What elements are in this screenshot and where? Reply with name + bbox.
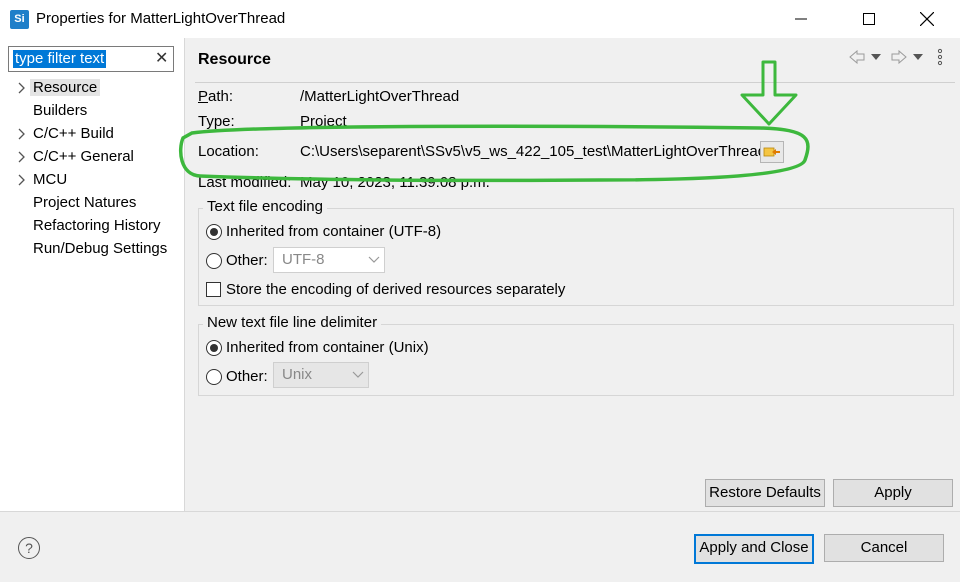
tree-item-label: Refactoring History	[33, 217, 161, 234]
chevron-down-icon	[352, 367, 364, 384]
cancel-button[interactable]: Cancel	[824, 534, 944, 562]
encoding-inherited-label[interactable]: Inherited from container (UTF-8)	[226, 223, 441, 240]
tree-item-label: Builders	[33, 102, 88, 119]
encoding-select-value: UTF-8	[282, 251, 325, 268]
close-icon	[920, 12, 934, 26]
minimize-icon	[795, 18, 807, 20]
delimiter-select-value: Unix	[282, 366, 313, 383]
delimiter-group-legend: New text file line delimiter	[203, 314, 382, 331]
clear-filter-icon[interactable]: ✕	[155, 48, 168, 68]
tree-item-label: MCU	[33, 171, 68, 188]
store-encoding-label[interactable]: Store the encoding of derived resources …	[226, 281, 565, 298]
forward-dropdown-icon[interactable]	[913, 54, 923, 60]
tree-item-cpp-build[interactable]: C/C++ Build	[0, 123, 184, 145]
resource-page: Resource Path: /MatterLightOverThread Ty…	[185, 38, 960, 511]
encoding-group-legend: Text file encoding	[203, 198, 327, 215]
page-title: Resource	[198, 51, 271, 68]
close-button[interactable]	[904, 0, 950, 38]
delimiter-inherited-label[interactable]: Inherited from container (Unix)	[226, 339, 429, 356]
tree-item-label: C/C++ General	[33, 148, 134, 165]
type-value: Project	[300, 113, 347, 130]
page-nav-toolbar	[849, 48, 949, 68]
last-modified-value: May 10, 2023, 11:39:08 p.m.	[300, 174, 490, 191]
last-modified-label: Last modified:	[198, 174, 292, 191]
store-encoding-checkbox[interactable]	[206, 282, 221, 297]
forward-arrow-icon[interactable]	[891, 50, 907, 64]
divider	[195, 82, 955, 83]
path-label: Path:	[198, 88, 234, 105]
app-icon: Si	[10, 10, 29, 29]
restore-defaults-button[interactable]: Restore Defaults	[705, 479, 825, 507]
dialog-button-bar: ? Apply and Close Cancel	[0, 511, 960, 582]
maximize-button[interactable]	[846, 0, 892, 38]
minimize-button[interactable]	[778, 0, 824, 38]
tree-item-label: Run/Debug Settings	[33, 240, 168, 257]
expand-arrow-icon[interactable]	[16, 150, 28, 164]
filter-input[interactable]: type filter text ✕	[8, 46, 174, 72]
open-folder-icon	[763, 147, 780, 157]
apply-button[interactable]: Apply	[833, 479, 953, 507]
title-bar: Si Properties for MatterLightOverThread	[0, 0, 960, 38]
view-menu-icon[interactable]	[937, 48, 943, 66]
encoding-inherited-radio[interactable]	[206, 224, 222, 240]
location-label: Location:	[198, 143, 259, 160]
back-arrow-icon[interactable]	[849, 50, 865, 64]
chevron-down-icon	[368, 252, 380, 269]
delimiter-inherited-radio[interactable]	[206, 340, 222, 356]
filter-input-value[interactable]: type filter text	[13, 50, 107, 68]
expand-arrow-icon[interactable]	[16, 173, 28, 187]
help-icon[interactable]: ?	[18, 537, 40, 559]
expand-arrow-icon[interactable]	[16, 81, 28, 95]
tree-item-mcu[interactable]: MCU	[0, 169, 184, 191]
expand-arrow-icon[interactable]	[16, 127, 28, 141]
apply-and-close-button[interactable]: Apply and Close	[694, 534, 814, 564]
type-label: Type:	[198, 113, 235, 130]
tree-item-cpp-general[interactable]: C/C++ General	[0, 146, 184, 168]
tree-item-refactoring-history[interactable]: Refactoring History	[0, 215, 184, 237]
tree-item-builders[interactable]: Builders	[0, 100, 184, 122]
location-value: C:\Users\separent\SSv5\v5_ws_422_105_tes…	[300, 143, 767, 160]
tree-item-label: Resource	[30, 79, 101, 96]
maximize-icon	[863, 13, 875, 25]
delimiter-select[interactable]: Unix	[273, 362, 369, 388]
encoding-other-label[interactable]: Other:	[226, 252, 268, 269]
tree-item-project-natures[interactable]: Project Natures	[0, 192, 184, 214]
encoding-other-radio[interactable]	[206, 253, 222, 269]
tree-item-run-debug-settings[interactable]: Run/Debug Settings	[0, 238, 184, 260]
delimiter-other-label[interactable]: Other:	[226, 368, 268, 385]
encoding-select[interactable]: UTF-8	[273, 247, 385, 273]
show-in-explorer-button[interactable]	[760, 141, 784, 163]
tree-item-label: Project Natures	[33, 194, 137, 211]
back-dropdown-icon[interactable]	[871, 54, 881, 60]
tree-item-resource[interactable]: Resource	[0, 77, 184, 99]
path-value: /MatterLightOverThread	[300, 88, 460, 105]
tree-item-label: C/C++ Build	[33, 125, 114, 142]
left-pane: type filter text ✕ Resource Builders C/C…	[0, 38, 185, 511]
delimiter-other-radio[interactable]	[206, 369, 222, 385]
window-title: Properties for MatterLightOverThread	[36, 10, 286, 27]
